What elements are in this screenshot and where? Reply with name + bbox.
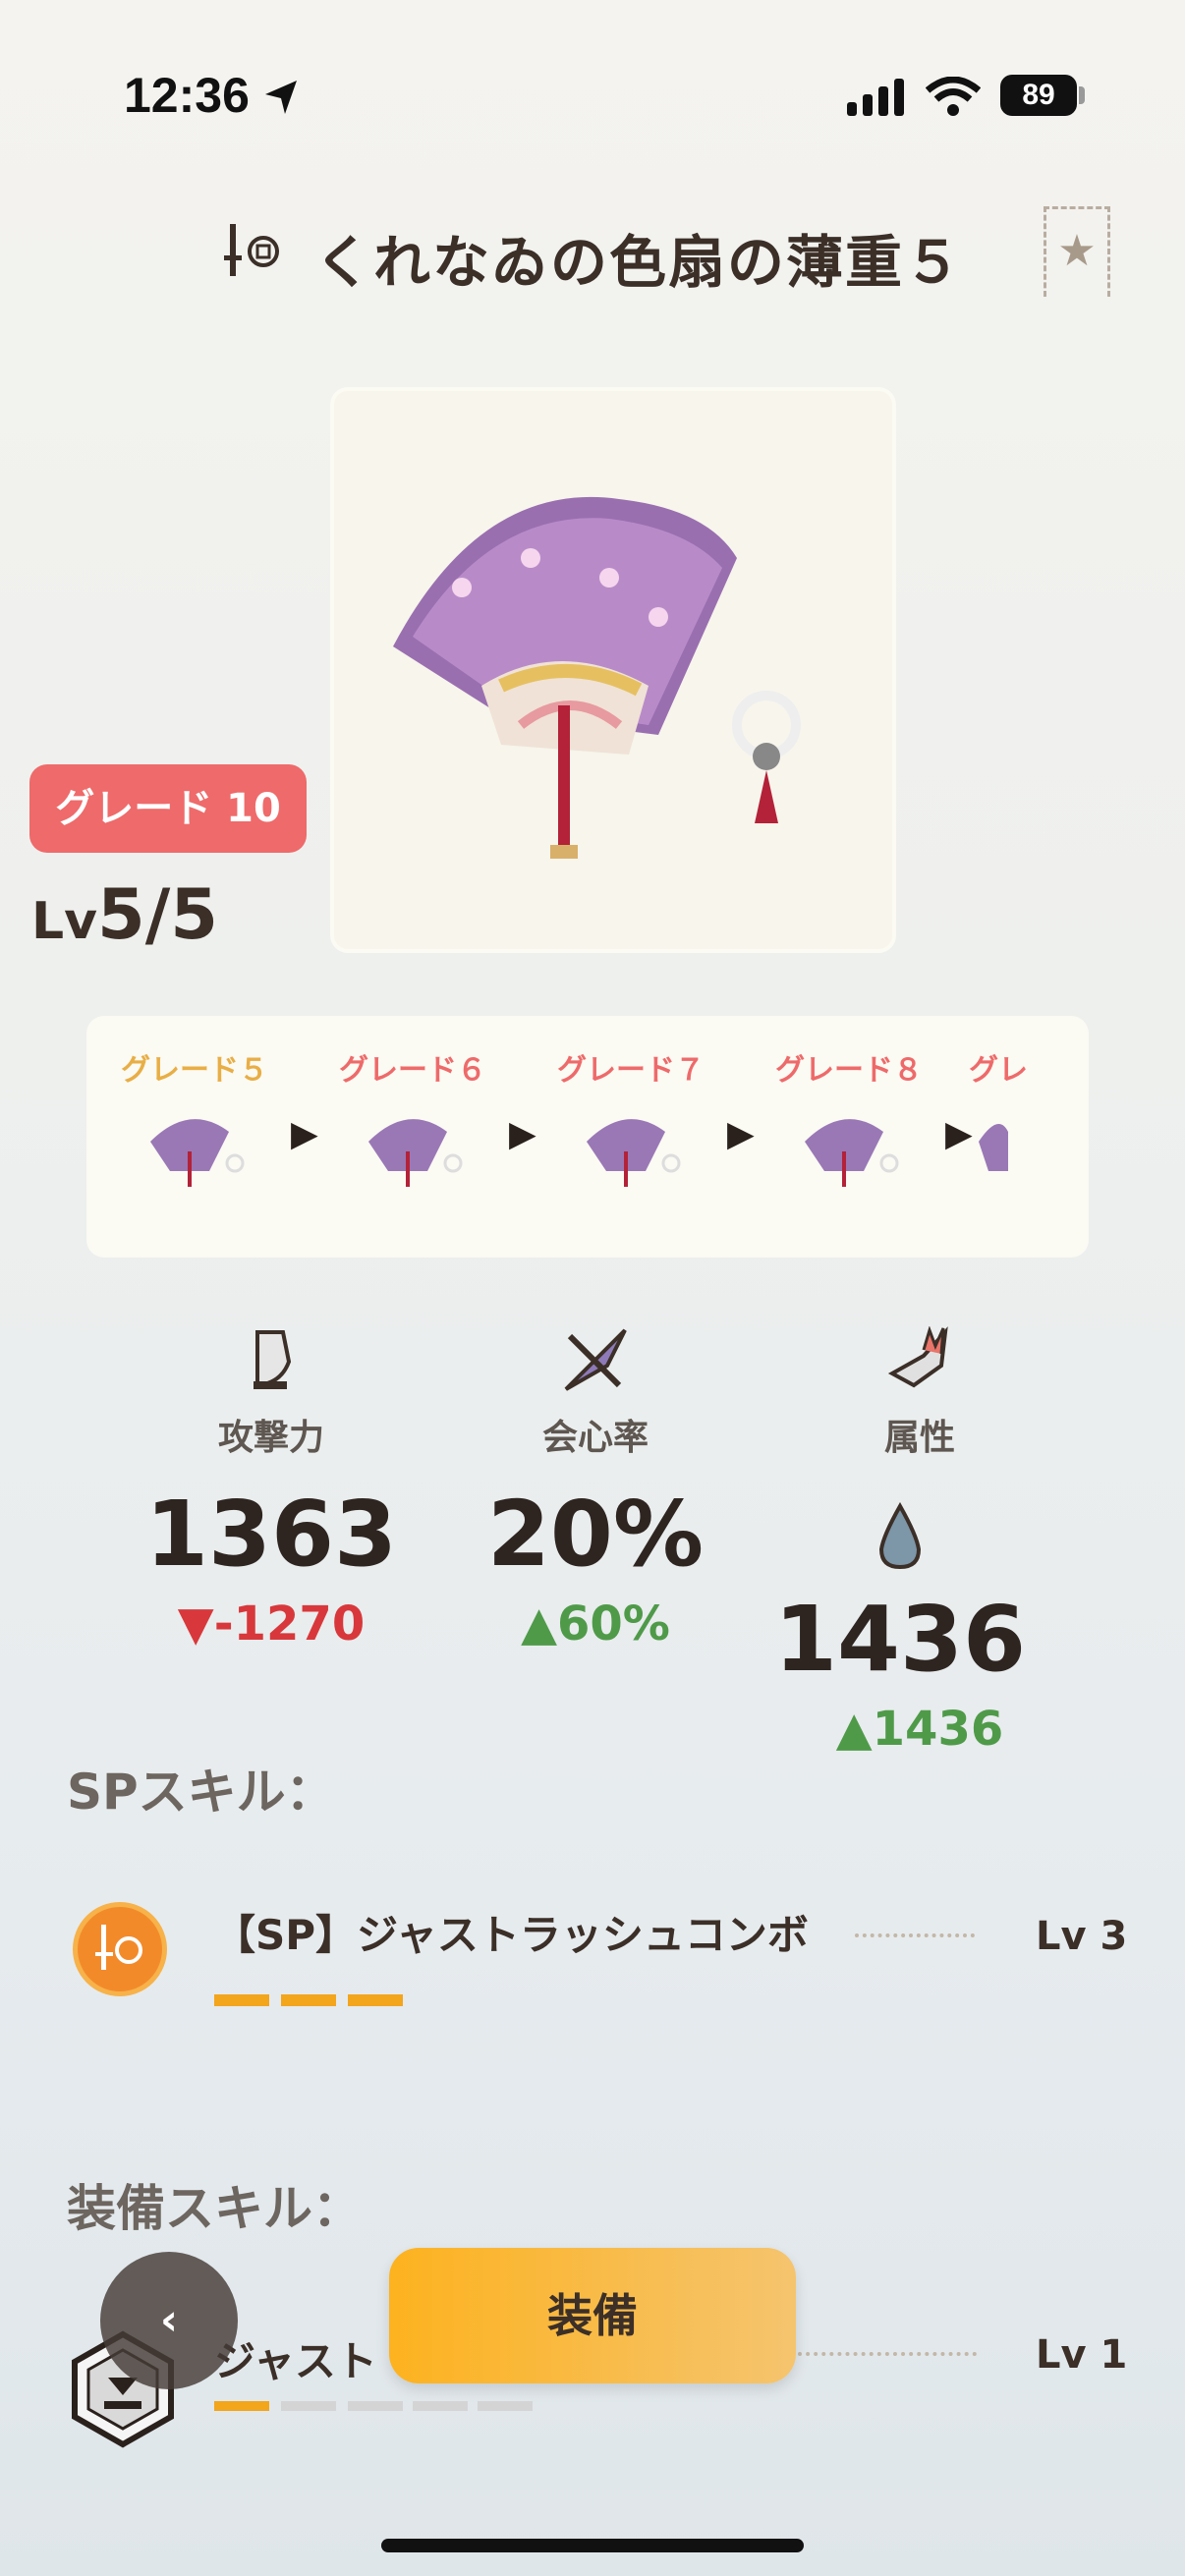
grade-label: グレード８ — [775, 1053, 923, 1088]
stat-label: 攻撃力 — [217, 1418, 324, 1458]
home-indicator — [381, 2539, 804, 2552]
grade-label: グレード６ — [339, 1053, 486, 1088]
fan-thumbnail — [368, 1119, 463, 1187]
grade-item[interactable]: グレード６ — [314, 1045, 511, 1195]
leader-dots — [855, 1933, 975, 1937]
fan-thumbnail — [587, 1119, 681, 1187]
fan-thumbnail — [150, 1119, 245, 1187]
stat-value: 1436 — [773, 1587, 1027, 1692]
weapon-image-frame — [330, 387, 896, 953]
page-title: くれなゐの色扇の薄重５ — [314, 229, 964, 296]
level-prefix: Lv — [31, 892, 98, 951]
stat-label: 会心率 — [541, 1418, 649, 1458]
water-drop-icon — [878, 1501, 922, 1570]
battery-indicator: 89 — [1000, 75, 1077, 116]
stat-element: 属性 1436 ▲1436 — [772, 1325, 1067, 1757]
wifi-icon — [926, 77, 981, 116]
stat-delta: ▲1436 — [835, 1702, 1004, 1757]
attack-icon — [254, 1330, 292, 1389]
status-time: 12:36 — [124, 68, 250, 123]
sp-skill-level: Lv 3 — [1036, 1914, 1128, 1959]
skill-level-segment — [214, 2401, 269, 2411]
grade-label: グレード５ — [121, 1053, 268, 1088]
favorite-button[interactable]: ★ — [1044, 206, 1110, 297]
star-icon: ★ — [1057, 226, 1097, 276]
critical-icon — [564, 1328, 627, 1391]
location-arrow-icon — [265, 81, 297, 114]
grade-progression-strip[interactable]: グレード５ ▶ グレード６ ▶ グレード７ ▶ グレード８ ▶ グレ — [86, 1016, 1089, 1258]
fan-thumbnail — [805, 1119, 899, 1187]
grade-label: グレ — [969, 1053, 1028, 1088]
sp-skills-heading: SPスキル： — [67, 1764, 335, 1820]
level-value: 5/5 — [97, 874, 219, 955]
weapon-type-icon — [224, 224, 279, 276]
skill-level-segment — [478, 2401, 533, 2411]
skill-level-segment — [281, 2401, 336, 2411]
stat-critical: 会心率 20% ▲60% — [448, 1326, 743, 1652]
grade-item[interactable]: グレード５ — [96, 1045, 293, 1195]
grade-label: グレード７ — [557, 1053, 705, 1088]
skill-level-segment — [348, 2401, 403, 2411]
equip-button[interactable]: 装備 — [389, 2248, 796, 2383]
skill-level-segment — [214, 1994, 269, 2006]
stat-attack: 攻撃力 1363 ▼-1270 — [124, 1326, 419, 1652]
equip-skills-heading: 装備スキル： — [67, 2180, 362, 2237]
stat-delta: ▲60% — [521, 1596, 670, 1652]
grade-item[interactable]: グレード７ — [533, 1045, 729, 1195]
sp-skill-name[interactable]: 【SP】ジャストラッシュコンボ — [214, 1902, 809, 1962]
grade-badge: グレード 10 — [29, 764, 307, 853]
skill-level-segment — [413, 2401, 468, 2411]
signal-icon — [847, 79, 904, 116]
leader-dots — [798, 2352, 977, 2356]
grade-item[interactable]: グレード８ — [751, 1045, 947, 1195]
battery-cap — [1079, 86, 1085, 104]
fan-thumbnail — [979, 1124, 1008, 1171]
skill-level-segment — [281, 1994, 336, 2006]
stat-delta: ▼-1270 — [177, 1596, 366, 1652]
grade-item[interactable]: グレ — [969, 1045, 1089, 1195]
stat-value-row: 1436 — [733, 1482, 1067, 1692]
chevron-left-icon: ‹ — [159, 2295, 179, 2345]
fan-weapon-image — [393, 496, 801, 859]
stat-value: 1363 — [144, 1482, 398, 1587]
element-icon — [887, 1325, 948, 1388]
weapon-level: Lv5/5 — [31, 874, 218, 955]
equip-skill-name[interactable]: ジャスト — [214, 2328, 377, 2388]
stat-label: 属性 — [883, 1418, 955, 1458]
sp-skill-icon — [73, 1902, 167, 1996]
equip-skill-level: Lv 1 — [1036, 2332, 1128, 2378]
stat-value: 20% — [486, 1482, 705, 1587]
skill-level-segment — [348, 1994, 403, 2006]
sp-skill-glyph — [95, 1925, 142, 1970]
back-button[interactable]: ‹ — [100, 2252, 238, 2389]
